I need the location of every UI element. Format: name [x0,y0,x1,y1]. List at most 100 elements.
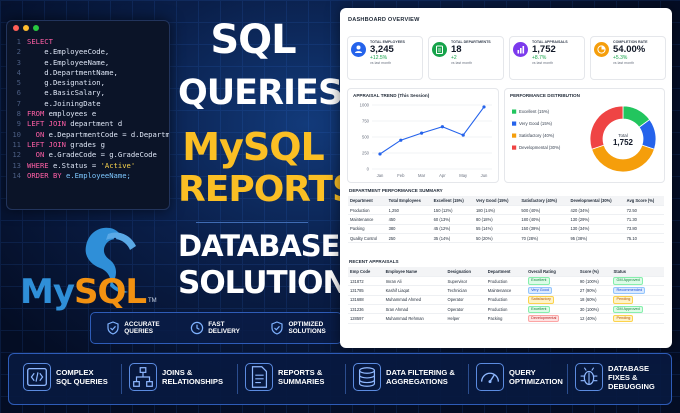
table-cell: 420 (34%) [568,205,625,216]
table-cell: 71.30 [624,214,664,225]
badge-fast-delivery: FAST DELIVERY [190,321,240,335]
maximize-dot-icon [33,25,39,31]
code-token: e.DepartmentCode = d.DepartmentCode [48,129,170,139]
kpi-card: TOTAL EMPLOYEES 3,245 +12.5% vs last month [347,36,423,80]
table-cell: 150 (39%) [519,224,569,235]
table-cell: Excellent [526,276,578,287]
table-cell: 130 (29%) [568,214,625,225]
feature-label: DATA FILTERING & AGGREGATIONS [386,368,455,386]
table-cell: Muhammad Ahmed [383,295,446,306]
table-cell: 72.50 [624,205,664,216]
distribution-title: PERFORMANCE DISTRIBUTION [510,93,580,98]
table-cell: Packing [348,224,387,235]
code-line: 6 e.BasicSalary, [9,88,169,98]
badge-label-line1: FAST [208,321,225,328]
table-header-row: Emp Code Employee Name Designation Departme… [348,267,664,277]
kpi-body: COMPLETION RATE 54.00% +5.3% vs last month [613,40,647,76]
headline-line-4: REPORTS [178,169,358,210]
line-number: 13 [12,160,21,170]
series-line [379,106,485,155]
table-row: 131785 Kashif Liaqat Technician Maintenance… [348,285,664,296]
table-cell: 70 (28%) [519,233,569,244]
feature-separator [345,364,346,394]
code-token: e.EmployeeName, [27,57,110,67]
code-token: LEFT JOIN [27,139,71,149]
status-badge: Pending [613,296,634,304]
clipboard-icon [432,42,447,57]
line-number: 7 [16,98,21,108]
table-cell: 131872 [348,276,384,287]
feature-label: REPORTS & SUMMARIES [278,368,324,386]
services-bar: COMPLEX SQL QUERIES JOINS & RELATIONSHIPS RE… [8,353,672,405]
feature-label-line1: COMPLEX [56,368,94,377]
table-cell: 131688 [348,295,384,306]
x-tick-label: Mar [418,173,426,178]
table-cell: Quality Control [348,233,387,244]
table-cell: 180 (14%) [473,205,520,216]
rating-badge: Developmental [528,314,560,323]
status-badge: Pending [613,314,634,323]
code-token: grades g [70,139,105,149]
table-cell: 45 (12%) [431,224,474,235]
badge-accurate-queries: ACCURATE QUERIES [106,321,160,335]
y-tick-label: 500 [362,135,370,140]
department-summary-table-wrap: Department Total Employees Excellent (15%)… [348,196,664,244]
kpi-body: TOTAL EMPLOYEES 3,245 +12.5% vs last month [370,40,405,76]
table-cell: Satisfactory [526,295,578,306]
data-point [440,125,444,129]
kpi-value: 54.00% [613,44,646,55]
column-header: Designation [445,267,486,277]
feature-label-line1: JOINS & [162,368,193,377]
legend-swatch [512,133,517,138]
line-number: 3 [16,57,21,67]
table-cell: 30 (100%) [577,304,612,315]
status-badge: GM Approved [613,305,643,313]
legend-label: Developmental (30%) [519,145,561,150]
feature-separator [567,364,568,394]
window-controls [7,21,169,35]
feature-item: DATABASE FIXES & DEBUGGING [575,363,671,391]
badge-optimized-solutions: OPTIMIZED SOLUTIONS [270,321,326,335]
table-cell: 60 (13%) [431,214,474,225]
table-cell: Excellent [526,304,578,315]
column-header: Emp Code [348,267,384,277]
code-token: employees e [48,109,97,119]
status-badge: GM Approved [613,277,643,285]
table-cell: 150 (12%) [431,205,474,216]
performance-distribution-chart: Total1,752Excellent (15%)Very Good (15%)… [512,105,657,173]
y-tick-label: 250 [362,151,370,156]
kpi-note: vs last month [613,61,635,65]
headline-line-6: SOLUTIONS [178,265,370,301]
code-token: d.DepartmentName, [27,67,118,77]
table-cell: 75.10 [624,233,664,244]
table-cell: 12 (40%) [577,313,612,324]
headline-divider [196,222,308,223]
mysql-wordmark-my: My [20,272,75,312]
table-cell: Production [485,276,527,287]
badge-label-line2: SOLUTIONS [288,328,326,335]
feature-label-line1: REPORTS & [278,368,323,377]
table-cell: 128597 [348,313,384,324]
pie-chart-icon [594,42,609,57]
bug-icon [575,363,603,391]
bar-chart-icon [513,42,528,57]
feature-label: JOINS & RELATIONSHIPS [162,368,223,386]
table-header-row: Department Total Employees Excellent (15%)… [348,196,664,206]
code-token: department d [70,119,123,129]
feature-label-line2: RELATIONSHIPS [162,377,224,386]
table-cell: Very Good [526,285,578,296]
data-point [461,133,465,137]
table-cell: 380 [386,224,432,235]
table-row: Packing 380 45 (12%) 55 (14%) 150 (39%) 130 (… [348,224,664,235]
table-body: Production 1,250 150 (12%) 180 (14%) 500 (40… [348,205,664,244]
code-token: ORDER BY [27,170,66,180]
shield-check-icon [271,321,284,335]
table-cell: 18 (60%) [577,295,612,306]
column-header: Score (%) [577,267,612,277]
table-cell: Developmental [526,313,578,324]
table-cell: 50 (20%) [473,233,520,244]
table-cell: Helper [445,313,486,324]
code-token: WHERE [27,160,53,170]
code-line: 8 FROM employees e [9,109,169,119]
feature-label-line1: DATA FILTERING & [386,368,455,377]
